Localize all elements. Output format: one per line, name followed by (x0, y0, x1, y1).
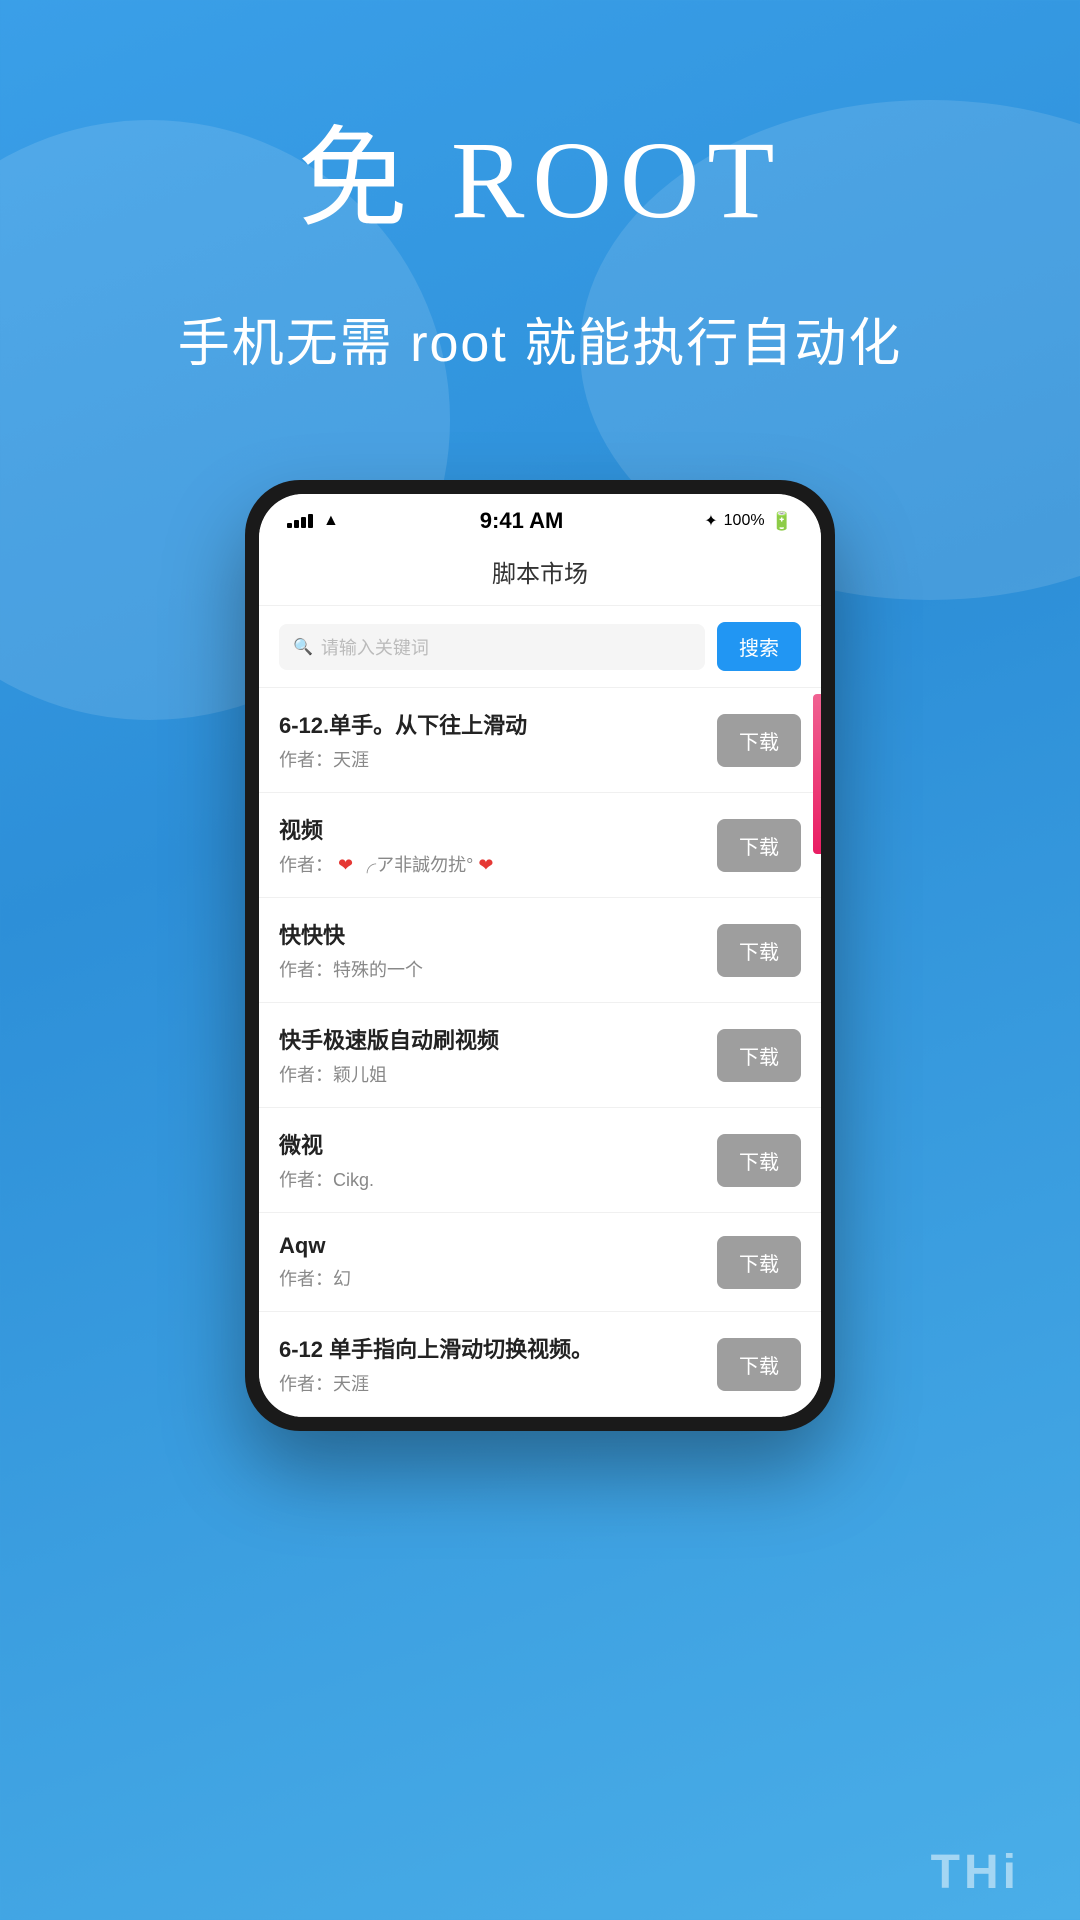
download-button-7[interactable]: 下载 (717, 1338, 801, 1391)
bluetooth-icon: ✦ (704, 511, 717, 531)
status-bar: ▲ 9:41 AM ✦ 100% 🔋 (259, 494, 821, 542)
script-name-6: Aqw (279, 1233, 717, 1259)
script-item-4: 快手极速版自动刷视频 作者：颖儿姐 下载 (259, 1003, 821, 1108)
script-info-4: 快手极速版自动刷视频 作者：颖儿姐 (279, 1023, 717, 1087)
wifi-icon: ▲ (323, 512, 339, 530)
script-info-1: 6-12.单手。从下往上滑动 作者：天涯 (279, 708, 717, 772)
script-item-2: 视频 作者： ❤ ╭ア非誠勿扰° ❤ 下载 (259, 793, 821, 898)
download-button-2[interactable]: 下载 (717, 819, 801, 872)
script-info-5: 微视 作者：Cikg. (279, 1128, 717, 1192)
script-author-3: 作者：特殊的一个 (279, 956, 717, 982)
script-item-6: Aqw 作者：幻 下载 (259, 1213, 821, 1312)
script-name-3: 快快快 (279, 918, 717, 950)
script-info-6: Aqw 作者：幻 (279, 1233, 717, 1291)
bottom-label: THi (931, 1845, 1020, 1900)
script-name-4: 快手极速版自动刷视频 (279, 1023, 717, 1055)
download-button-1[interactable]: 下载 (717, 714, 801, 767)
battery-icon: 🔋 (771, 511, 793, 532)
script-item-1: 6-12.单手。从下往上滑动 作者：天涯 下载 (259, 688, 821, 793)
phone-mockup: ▲ 9:41 AM ✦ 100% 🔋 脚本市场 🔍 请输入关键词 搜索 (245, 480, 835, 1431)
app-title: 脚本市场 (259, 542, 821, 606)
script-info-7: 6-12 单手指向上滑动切换视频。 作者：天涯 (279, 1332, 717, 1396)
download-button-5[interactable]: 下载 (717, 1134, 801, 1187)
script-info-3: 快快快 作者：特殊的一个 (279, 918, 717, 982)
hero-subtitle: 手机无需 root 就能执行自动化 (0, 301, 1080, 376)
script-item-5: 微视 作者：Cikg. 下载 (259, 1108, 821, 1213)
author-emoji-heart2: ❤ (478, 855, 493, 875)
script-name-1: 6-12.单手。从下往上滑动 (279, 708, 717, 740)
script-name-7: 6-12 单手指向上滑动切换视频。 (279, 1332, 717, 1364)
search-placeholder-text: 请输入关键词 (321, 634, 429, 660)
script-item-3: 快快快 作者：特殊的一个 下载 (259, 898, 821, 1003)
phone-screen: ▲ 9:41 AM ✦ 100% 🔋 脚本市场 🔍 请输入关键词 搜索 (259, 494, 821, 1417)
script-author-7: 作者：天涯 (279, 1370, 717, 1396)
phone-frame: ▲ 9:41 AM ✦ 100% 🔋 脚本市场 🔍 请输入关键词 搜索 (245, 480, 835, 1431)
hero-section: 免 ROOT 手机无需 root 就能执行自动化 (0, 0, 1080, 376)
hero-title: 免 ROOT (0, 120, 1080, 241)
status-right: ✦ 100% 🔋 (704, 511, 793, 532)
script-author-1: 作者：天涯 (279, 746, 717, 772)
script-info-2: 视频 作者： ❤ ╭ア非誠勿扰° ❤ (279, 813, 717, 877)
download-button-4[interactable]: 下载 (717, 1029, 801, 1082)
script-name-5: 微视 (279, 1128, 717, 1160)
script-list: 6-12.单手。从下往上滑动 作者：天涯 下载 视频 作者： ❤ ╭ア非誠勿扰°… (259, 688, 821, 1417)
battery-percent: 100% (724, 512, 765, 530)
script-author-6: 作者：幻 (279, 1265, 717, 1291)
status-left: ▲ (287, 512, 339, 530)
search-section: 🔍 请输入关键词 搜索 (259, 606, 821, 688)
script-author-4: 作者：颖儿姐 (279, 1061, 717, 1087)
download-button-3[interactable]: 下载 (717, 924, 801, 977)
signal-icon (287, 514, 313, 528)
search-icon: 🔍 (293, 637, 313, 657)
search-button[interactable]: 搜索 (717, 622, 801, 671)
script-item-7: 6-12 单手指向上滑动切换视频。 作者：天涯 下载 (259, 1312, 821, 1417)
script-author-5: 作者：Cikg. (279, 1166, 717, 1192)
script-name-2: 视频 (279, 813, 717, 845)
right-edge-decoration (813, 694, 821, 854)
download-button-6[interactable]: 下载 (717, 1236, 801, 1289)
author-emoji-heart1: ❤ (338, 855, 353, 875)
search-input-wrap[interactable]: 🔍 请输入关键词 (279, 624, 705, 670)
script-author-2: 作者： ❤ ╭ア非誠勿扰° ❤ (279, 851, 717, 877)
status-time: 9:41 AM (480, 508, 564, 534)
